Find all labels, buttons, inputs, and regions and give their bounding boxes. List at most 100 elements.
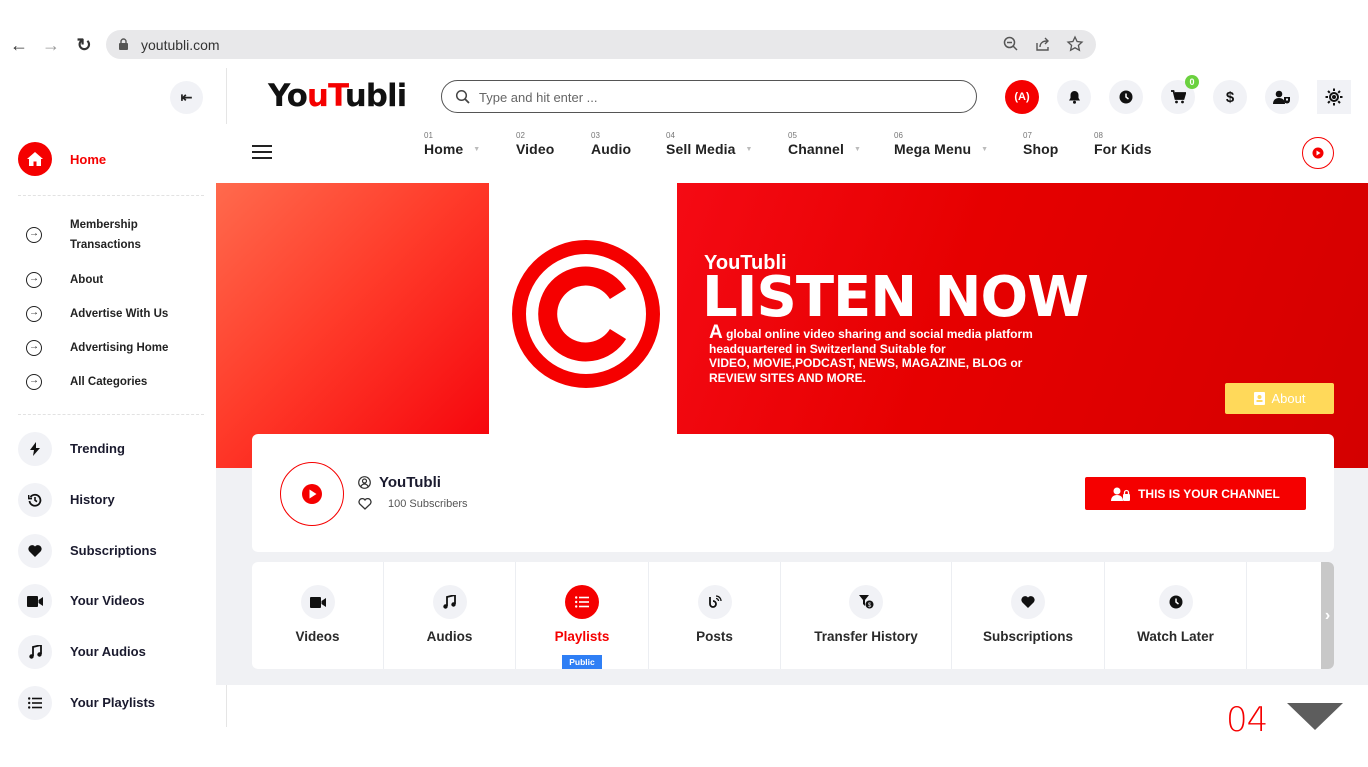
tab-subscriptions[interactable]: Subscriptions <box>952 562 1105 669</box>
live-broadcast-button[interactable]: (A) <box>1005 80 1039 114</box>
history-icon <box>28 493 42 507</box>
video-camera-icon <box>27 595 43 607</box>
tab-label: Playlists <box>554 629 610 644</box>
sidebar-item-label: Your Videos <box>70 593 145 608</box>
collapse-sidebar-button[interactable]: ⇤ <box>170 81 203 114</box>
tab-videos[interactable]: Videos <box>252 562 384 669</box>
cart-button[interactable]: 0 <box>1161 75 1199 114</box>
sidebar-home-icon-button[interactable] <box>18 142 52 176</box>
search-input[interactable] <box>479 87 959 107</box>
nav-number: 07 <box>1023 131 1032 140</box>
notifications-button[interactable] <box>1057 80 1091 114</box>
nav-sell-media[interactable]: 04 Sell Media ▼ <box>666 131 752 159</box>
sidebar-link-advertising-home[interactable]: → Advertising Home <box>26 338 206 358</box>
forward-icon[interactable]: → <box>40 34 62 56</box>
search-box[interactable] <box>441 80 977 113</box>
sidebar-item-home[interactable]: Home <box>70 152 106 167</box>
arrow-circle-right-icon: → <box>26 227 42 243</box>
this-is-your-channel-button[interactable]: THIS IS YOUR CHANNEL <box>1085 477 1306 510</box>
banner-desc-line: headquartered in Switzerland Suitable fo… <box>709 341 946 356</box>
sidebar-link-all-categories[interactable]: → All Categories <box>26 372 206 392</box>
nav-shop[interactable]: 07 Shop <box>1023 131 1058 159</box>
tab-label: Subscriptions <box>982 629 1073 644</box>
channel-tabs: Videos Audios Playlists Public Posts $ T… <box>252 562 1334 669</box>
sidebar-item-your-audios[interactable]: Your Audios <box>18 635 208 669</box>
nav-number: 05 <box>788 131 797 140</box>
nav-mega-menu[interactable]: 06 Mega Menu ▼ <box>894 131 988 159</box>
tabs-scroll-right-button[interactable]: › <box>1321 562 1334 669</box>
sidebar-link-advertise-with-us[interactable]: → Advertise With Us <box>26 304 206 324</box>
channel-subscribers-row: 100 Subscribers <box>358 498 468 510</box>
banner-title: LISTEN NOW <box>702 265 1089 330</box>
channel-name: YouTubli <box>379 474 441 491</box>
tab-playlists[interactable]: Playlists Public <box>516 562 649 669</box>
nav-label: Mega Menu <box>894 141 972 157</box>
nav-number: 02 <box>516 131 525 140</box>
your-channel-label: THIS IS YOUR CHANNEL <box>1138 486 1280 501</box>
tab-posts[interactable]: Posts <box>649 562 781 669</box>
sidebar-item-subscriptions[interactable]: Subscriptions <box>18 534 208 568</box>
nav-audio[interactable]: 03 Audio <box>591 131 631 159</box>
nav-label: Sell Media <box>666 141 736 157</box>
about-button[interactable]: About <box>1225 383 1334 414</box>
sidebar-item-your-videos[interactable]: Your Videos <box>18 584 208 618</box>
watch-later-button[interactable] <box>1109 80 1143 114</box>
cart-count-badge: 0 <box>1185 75 1199 89</box>
sidebar-link-label: Advertise With Us <box>70 308 169 320</box>
nav-for-kids[interactable]: 08 For Kids <box>1094 131 1152 159</box>
collapse-arrow-icon: ⇤ <box>180 89 193 105</box>
nav-number: 03 <box>591 131 600 140</box>
list-icon <box>575 596 589 608</box>
bookmark-star-icon[interactable] <box>1066 35 1084 53</box>
theme-toggle-button[interactable] <box>1317 80 1351 114</box>
share-icon[interactable] <box>1034 35 1052 53</box>
logo-text-1: Yo <box>268 78 308 114</box>
public-badge: Public <box>562 655 602 669</box>
channel-avatar[interactable] <box>280 462 344 526</box>
dollar-icon: $ <box>1225 88 1235 106</box>
hamburger-menu-button[interactable] <box>252 145 272 161</box>
list-icon <box>28 697 42 709</box>
heart-icon <box>1021 596 1035 608</box>
arrow-circle-right-icon: → <box>26 340 42 356</box>
sidebar-link-membership-transactions[interactable]: → Membership Transactions <box>26 215 206 255</box>
tab-label: Posts <box>696 629 733 644</box>
next-page-arrow-icon[interactable] <box>1287 703 1343 730</box>
account-button[interactable] <box>1265 80 1299 114</box>
cart-icon <box>1170 90 1186 104</box>
banner-desc-line: VIDEO, MOVIE,PODCAST, NEWS, MAGAZINE, BL… <box>709 356 1023 370</box>
clock-icon <box>1169 595 1182 609</box>
logo-text-3: T <box>327 78 346 114</box>
banner-description: A global online video sharing and social… <box>709 323 1109 385</box>
sidebar-item-history[interactable]: History <box>18 483 208 517</box>
nav-number: 06 <box>894 131 903 140</box>
cover-banner-left <box>216 183 489 468</box>
heart-outline-icon[interactable] <box>358 498 372 510</box>
url-text: youtubli.com <box>141 37 220 53</box>
back-icon[interactable]: ← <box>8 34 30 56</box>
sidebar-item-trending[interactable]: Trending <box>18 432 208 466</box>
tab-audios[interactable]: Audios <box>384 562 516 669</box>
sidebar-item-your-playlists[interactable]: Your Playlists <box>18 686 208 720</box>
chevron-right-icon: › <box>1324 607 1331 624</box>
tab-watch-later[interactable]: Watch Later <box>1105 562 1247 669</box>
caret-down-icon: ▼ <box>981 146 989 154</box>
sidebar-link-about[interactable]: → About <box>26 270 206 290</box>
play-button[interactable] <box>1302 137 1334 169</box>
zoom-out-icon[interactable] <box>1002 35 1020 53</box>
tab-transfer-history[interactable]: $ Transfer History <box>781 562 952 669</box>
nav-video[interactable]: 02 Video <box>516 131 554 159</box>
nav-home[interactable]: 01 Home ▼ <box>424 131 480 159</box>
address-bar[interactable]: youtubli.com <box>106 30 1096 59</box>
bolt-icon <box>30 442 40 456</box>
about-label: About <box>1271 391 1306 406</box>
sidebar-border <box>226 685 227 727</box>
channel-name-row: YouTubli <box>358 474 441 491</box>
nav-channel[interactable]: 05 Channel ▼ <box>788 131 861 159</box>
monetization-button[interactable]: $ <box>1213 80 1247 114</box>
banner-desc-line: REVIEW SITES AND MORE. <box>709 370 866 385</box>
caret-down-icon: ▼ <box>853 146 861 154</box>
user-shield-icon <box>1273 90 1290 104</box>
site-logo[interactable]: YouTubli <box>268 78 407 114</box>
reload-icon[interactable]: ↻ <box>73 34 95 56</box>
